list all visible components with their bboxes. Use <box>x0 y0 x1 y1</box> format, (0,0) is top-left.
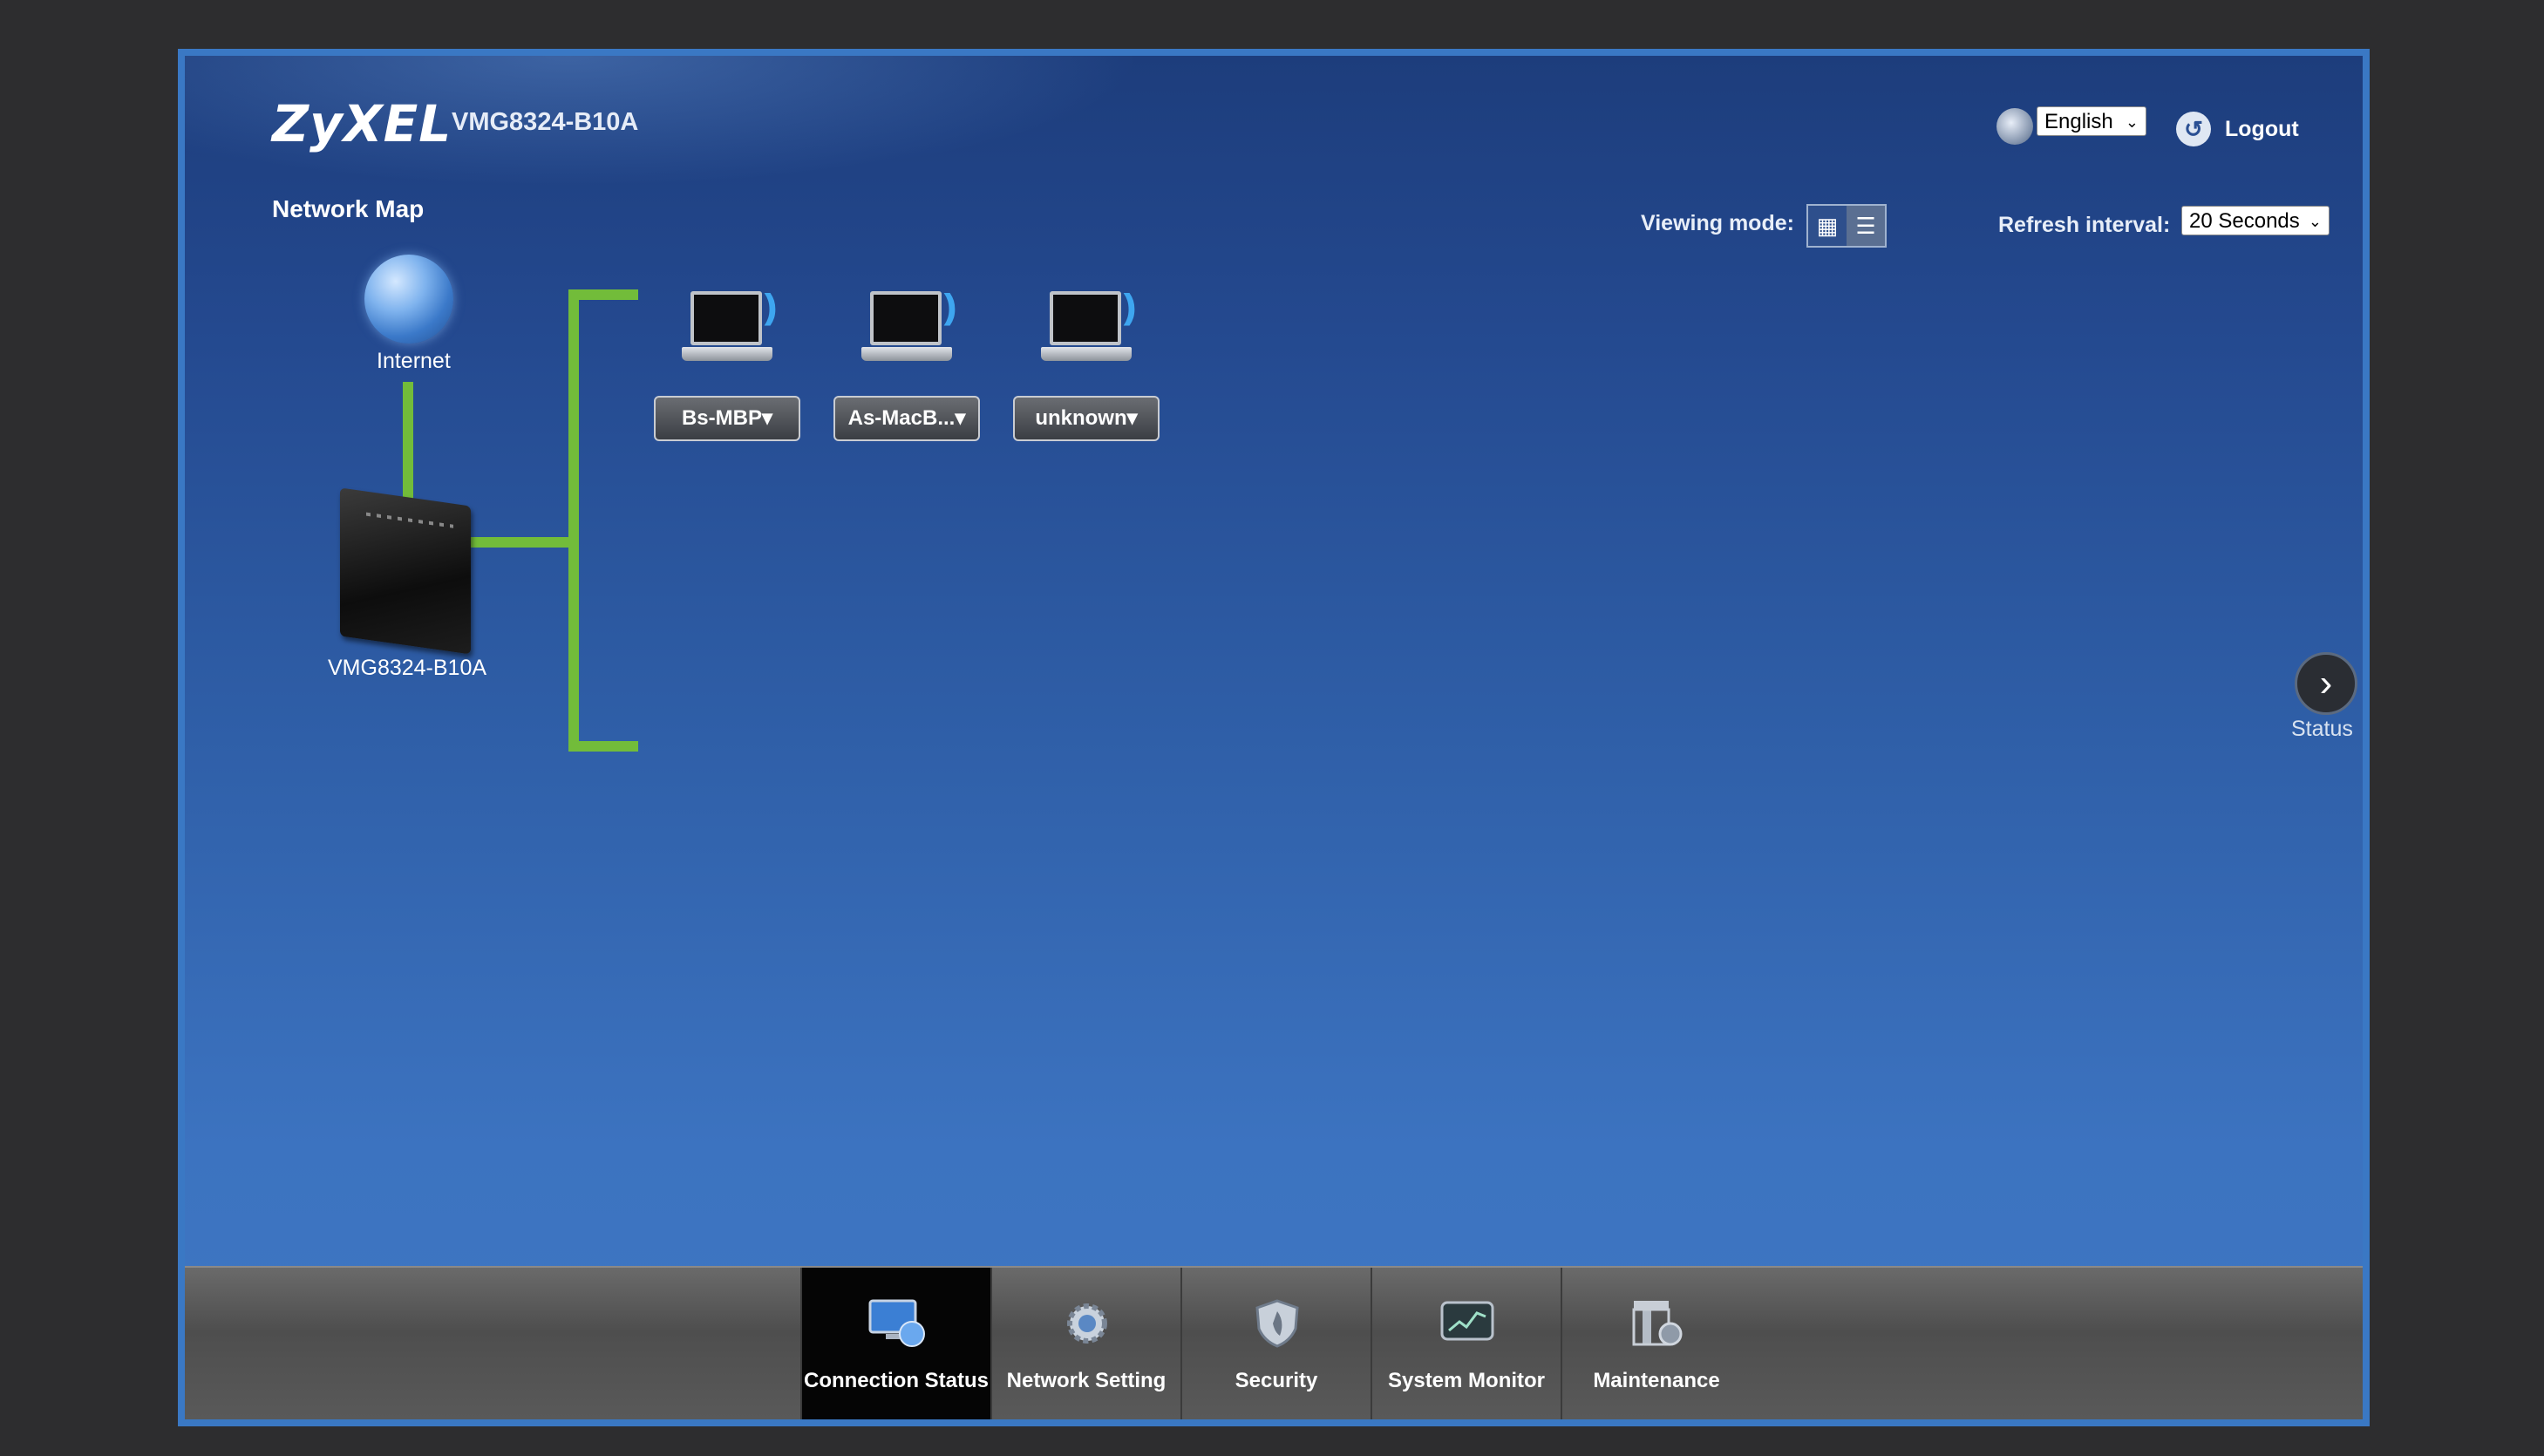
internet-globe-icon[interactable] <box>364 255 453 344</box>
laptop-wifi-icon[interactable]: ))) <box>861 286 957 382</box>
chevron-right-icon: › <box>2319 662 2333 704</box>
logout-icon[interactable]: ↺ <box>2176 112 2211 146</box>
internet-link-line <box>403 382 413 500</box>
tab-network-setting[interactable]: Network Setting <box>990 1268 1180 1419</box>
tab-maintenance[interactable]: Maintenance <box>1561 1268 1751 1419</box>
router-link-line <box>467 537 568 548</box>
status-label: Status <box>2291 717 2353 741</box>
lan-bus-line <box>568 289 579 752</box>
list-view-icon[interactable]: ☰ <box>1847 206 1885 246</box>
chart-monitor-icon <box>1440 1301 1494 1341</box>
tab-label: Maintenance <box>1593 1369 1720 1392</box>
shield-icon <box>1255 1299 1299 1348</box>
tab-security[interactable]: Security <box>1180 1268 1371 1419</box>
lan-bus-top-cap <box>568 289 638 300</box>
tab-label: Connection Status <box>803 1369 989 1392</box>
language-globe-icon <box>1996 108 2033 145</box>
language-select[interactable]: English ⌄ <box>2037 106 2146 136</box>
refresh-interval-select[interactable]: 20 Seconds ⌄ <box>2181 206 2330 235</box>
viewing-mode-toggle: ▦ ☰ <box>1806 204 1887 248</box>
router-device-icon[interactable] <box>340 487 471 655</box>
monitor-globe-icon <box>868 1299 925 1347</box>
tab-label: Security <box>1235 1369 1318 1392</box>
laptop-wifi-icon[interactable]: ))) <box>1041 286 1137 382</box>
device-button[interactable]: unknown▾ <box>1013 396 1160 441</box>
device-button[interactable]: As-MacB...▾ <box>833 396 980 441</box>
refresh-interval-label: Refresh interval: <box>1998 213 2171 237</box>
tab-label: Network Setting <box>1006 1369 1167 1392</box>
gear-icon <box>1067 1303 1107 1344</box>
chevron-down-icon: ⌄ <box>2308 213 2322 230</box>
lan-bus-bottom-cap <box>568 741 638 752</box>
viewing-mode-label: Viewing mode: <box>1641 211 1794 235</box>
tab-label: System Monitor <box>1387 1369 1546 1392</box>
page-title: Network Map <box>272 195 425 222</box>
laptop-wifi-icon[interactable]: ))) <box>682 286 778 382</box>
model-name: VMG8324-B10A <box>452 108 639 136</box>
chevron-down-icon: ⌄ <box>2125 113 2139 131</box>
language-select-value: English <box>2044 110 2113 133</box>
tab-connection-status[interactable]: Connection Status <box>800 1268 990 1419</box>
device-button[interactable]: Bs-MBP▾ <box>654 396 800 441</box>
zyxel-logo: ZyXEL <box>272 94 452 153</box>
router-admin-window: ZyXEL VMG8324-B10A English ⌄ ↺ Logout Ne… <box>178 49 2370 1426</box>
refresh-interval-value: 20 Seconds <box>2189 209 2300 233</box>
tab-system-monitor[interactable]: System Monitor <box>1371 1268 1561 1419</box>
internet-label: Internet <box>377 349 451 373</box>
logout-link[interactable]: Logout <box>2225 117 2299 142</box>
maintenance-icon <box>1632 1301 1683 1346</box>
bottom-nav-bar: Connection Status Network Setting Securi… <box>185 1266 2363 1419</box>
status-expand-button[interactable]: › <box>2295 652 2357 715</box>
router-label: VMG8324-B10A <box>328 656 487 680</box>
map-view-icon[interactable]: ▦ <box>1808 206 1847 246</box>
